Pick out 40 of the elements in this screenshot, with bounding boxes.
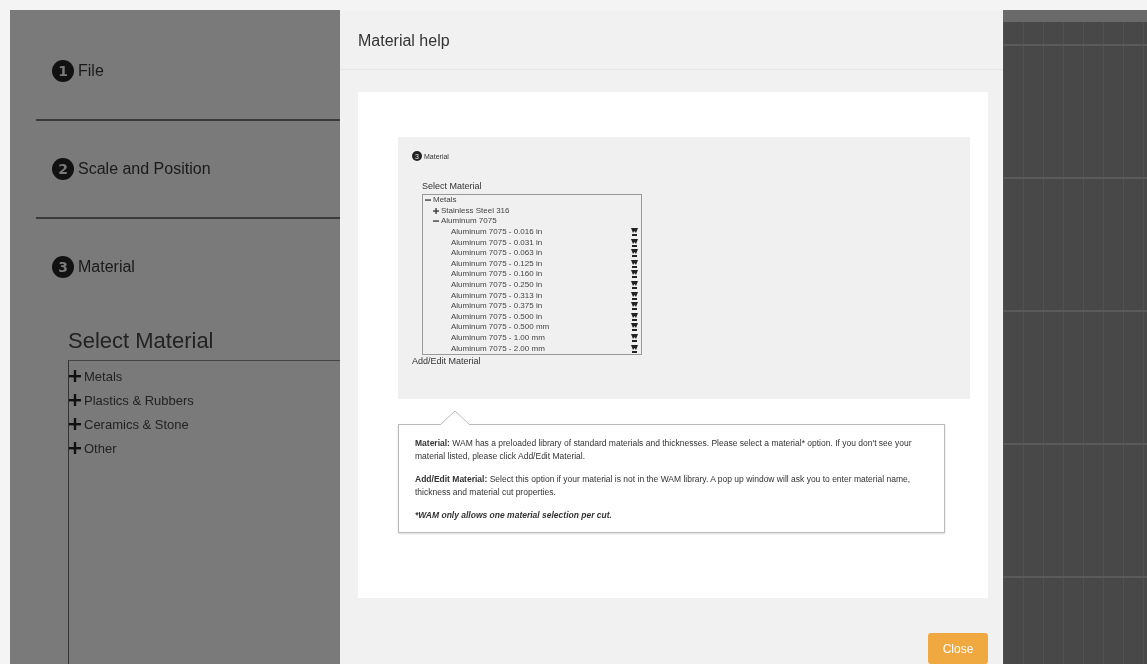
tree-item[interactable]: Ceramics & Stone	[84, 416, 189, 432]
download-icon	[631, 270, 638, 279]
step-title[interactable]: File	[78, 62, 104, 80]
tree-item: Aluminum 7075 - 1.00 mm	[451, 333, 546, 343]
tree-item: Aluminum 7075 - 0.063 in	[451, 248, 544, 259]
step-number-badge: 2	[52, 158, 74, 180]
tree-item[interactable]: Other	[84, 440, 117, 456]
download-icon	[631, 344, 638, 353]
tree-item: Aluminum 7075 - 0.160 in	[451, 269, 544, 280]
step-title[interactable]: Scale and Position	[78, 160, 211, 178]
select-material-heading: Select Material	[422, 181, 482, 191]
tree-item: Aluminum 7075 - 2.00 mm	[451, 343, 546, 354]
tree-item: Aluminum 7075 - 0.125 in	[451, 258, 544, 269]
tree-item: Aluminum 7075 - 0.016 in	[451, 227, 544, 238]
select-material-heading: Select Material	[68, 328, 215, 354]
step-number-badge: 3	[52, 256, 74, 278]
step-number-badge: 1	[52, 60, 74, 82]
tree-item: Aluminum 7075 - 0.313 in	[451, 290, 544, 301]
help-paragraph: Add/Edit Material: Select this option if your material is not in the WAM library. A pop up window will ask you to enter material name, thickness and material cut properties.	[415, 473, 912, 499]
tree-item: Aluminum 7075 - 0.250 in	[451, 280, 544, 291]
tree-item[interactable]: Plastics & Rubbers	[84, 392, 194, 408]
step-title[interactable]: Material	[78, 258, 135, 276]
help-paragraph: Material: WAM has a preloaded library of standard materials and thicknesses. Please select a material* option. If you don't see your material listed, please click Add/Edit Material.	[415, 437, 913, 463]
plus-icon[interactable]	[69, 418, 81, 430]
dialog-title: Material help	[340, 10, 1003, 70]
tree-item: Aluminum 7075 - 0.031 in	[451, 237, 544, 248]
help-note: *WAM only allows one material selection per cut.	[415, 509, 613, 522]
plus-icon[interactable]	[69, 394, 81, 406]
download-icon	[631, 334, 638, 342]
tree-item: Metals	[433, 195, 458, 206]
tree-item: Aluminum 7075 - 0.500 in	[451, 311, 544, 322]
tree-item: Aluminum 7075 - 0.500 mm	[451, 322, 551, 333]
tree-item: Aluminum 7075	[441, 216, 498, 227]
close-button[interactable]: Close	[928, 633, 988, 664]
download-icon	[631, 323, 638, 332]
tree-item[interactable]: Metals	[84, 368, 123, 384]
tree-item: Aluminum 7075 - 0.375 in	[451, 301, 544, 312]
plus-icon[interactable]	[69, 442, 81, 454]
plus-icon[interactable]	[69, 370, 81, 382]
tree-item: Stainless Steel 316	[441, 205, 511, 216]
